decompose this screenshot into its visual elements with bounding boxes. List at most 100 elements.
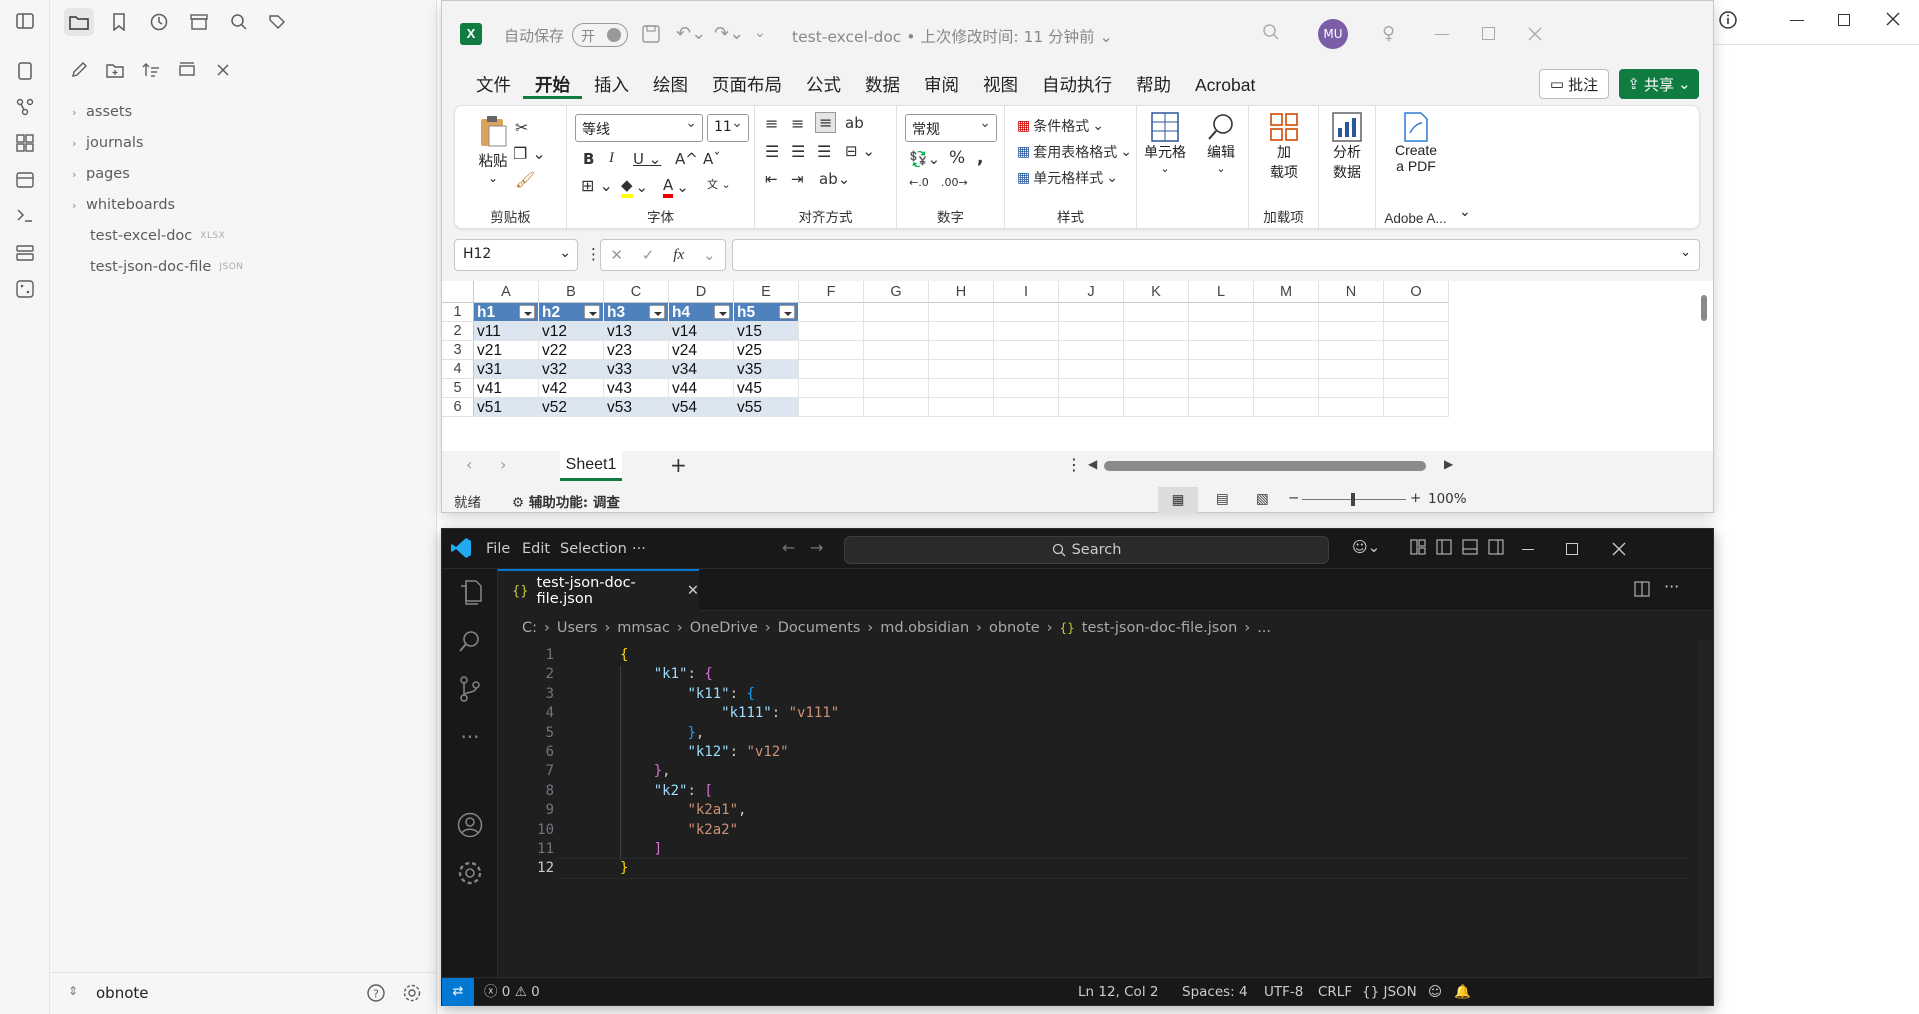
cell[interactable]: v51 — [474, 398, 539, 417]
copilot-icon[interactable]: ☺ — [1428, 978, 1442, 1006]
menu-selection[interactable]: Selection — [560, 529, 627, 569]
cell[interactable] — [1059, 379, 1124, 398]
column-header[interactable]: D — [669, 281, 734, 303]
menu-file[interactable]: File — [486, 529, 510, 569]
copy-icon[interactable]: ❐ ⌄ — [513, 144, 546, 163]
graph-icon[interactable] — [12, 94, 38, 120]
calendar-icon[interactable] — [12, 166, 38, 192]
code-line[interactable]: "k12": "v12" — [620, 744, 788, 760]
stack-icon[interactable] — [12, 240, 38, 266]
undo-icon[interactable]: ↶⌄ — [676, 23, 706, 44]
cell[interactable] — [864, 303, 929, 322]
fx-icon[interactable]: fx — [673, 247, 684, 264]
cell[interactable] — [1384, 360, 1449, 379]
column-header[interactable]: N — [1319, 281, 1384, 303]
cell[interactable]: v35 — [734, 360, 799, 379]
code-editor[interactable]: 1 {2 "k1": {3 "k11": {4 "k111": "v111" 5 }… — [498, 641, 1713, 981]
cell[interactable]: v22 — [539, 341, 604, 360]
prev-sheet-icon[interactable]: ‹ — [466, 455, 472, 474]
cell[interactable] — [1059, 322, 1124, 341]
line-ending[interactable]: CRLF — [1318, 978, 1352, 1006]
cell[interactable] — [1319, 303, 1384, 322]
collapse-icon[interactable] — [172, 56, 202, 84]
chevron-down-icon[interactable]: ⌄ — [703, 246, 716, 264]
back-arrow-icon[interactable]: ← — [782, 538, 795, 557]
cell[interactable]: v13 — [604, 322, 669, 341]
worksheet-grid[interactable]: A B C D E F G H I J K L M N O 1 h1 h2 h3 h4 h5 2 v11 v12 v13 v14 v… — [442, 281, 1713, 451]
toggle-secondary-sidebar-icon[interactable] — [1488, 539, 1504, 555]
accessibility-status[interactable]: ⚙ 辅助功能: 调查 — [512, 491, 620, 511]
phonetic-icon[interactable]: 文 ⌄ — [707, 176, 731, 192]
cell[interactable] — [994, 360, 1059, 379]
fill-color-icon[interactable]: ◆ ⌄ — [621, 176, 648, 198]
cell[interactable]: v33 — [604, 360, 669, 379]
cell[interactable]: v31 — [474, 360, 539, 379]
tab-json-file[interactable]: {} test-json-doc-file.json ✕ — [498, 569, 699, 611]
redo-icon[interactable]: ↷⌄ — [714, 23, 744, 44]
name-box[interactable]: H12 ⌄ — [454, 239, 578, 271]
cell[interactable] — [1124, 322, 1189, 341]
cell[interactable] — [1124, 360, 1189, 379]
help-icon[interactable]: ? — [366, 983, 386, 1003]
decrease-font-icon[interactable]: Aˇ — [703, 150, 721, 168]
code-line[interactable]: "k2": [ — [620, 783, 713, 799]
ribbon-collapse-icon[interactable]: ⌄ — [1459, 204, 1471, 220]
column-header[interactable]: M — [1254, 281, 1319, 303]
column-header[interactable]: I — [994, 281, 1059, 303]
cell[interactable] — [1059, 303, 1124, 322]
cell[interactable] — [1254, 360, 1319, 379]
breadcrumb-item[interactable]: obnote — [989, 620, 1040, 636]
number-format-select[interactable]: 常规 — [905, 114, 997, 142]
cell[interactable] — [864, 398, 929, 417]
align-middle-icon[interactable]: ≡ — [791, 114, 804, 133]
cancel-icon[interactable]: ✕ — [610, 246, 623, 264]
zoom-out-icon[interactable]: − — [1288, 490, 1299, 506]
editor-scrollbar[interactable] — [1698, 641, 1712, 977]
cell[interactable]: v25 — [734, 341, 799, 360]
cell[interactable] — [864, 360, 929, 379]
tab-draw[interactable]: 绘图 — [641, 71, 700, 99]
column-header[interactable]: B — [539, 281, 604, 303]
cell[interactable] — [994, 322, 1059, 341]
tab-data[interactable]: 数据 — [853, 71, 912, 99]
comments-button[interactable]: ▭ 批注 — [1539, 69, 1609, 99]
settings-icon[interactable] — [402, 983, 422, 1003]
breadcrumb-item[interactable]: md.obsidian — [880, 620, 969, 636]
filter-dropdown-icon[interactable] — [519, 305, 535, 319]
column-header[interactable]: O — [1384, 281, 1449, 303]
maximize-icon[interactable] — [1566, 543, 1578, 555]
editing-button[interactable]: 编辑 ⌄ — [1197, 112, 1245, 175]
cell[interactable]: v52 — [539, 398, 604, 417]
cell[interactable] — [1319, 379, 1384, 398]
cell[interactable] — [864, 341, 929, 360]
cell[interactable] — [799, 379, 864, 398]
maximize-icon[interactable] — [1482, 27, 1495, 40]
column-header[interactable]: E — [734, 281, 799, 303]
underline-icon[interactable]: U ⌄ — [633, 150, 661, 168]
tab-page-layout[interactable]: 页面布局 — [700, 71, 794, 99]
tab-insert[interactable]: 插入 — [582, 71, 641, 99]
search-icon[interactable] — [224, 8, 254, 36]
cell[interactable] — [1124, 398, 1189, 417]
tab-file[interactable]: 文件 — [464, 71, 523, 99]
close-window-icon[interactable] — [1886, 12, 1900, 26]
grid-icon[interactable] — [12, 130, 38, 156]
archive-icon[interactable] — [184, 8, 214, 36]
align-bottom-icon[interactable]: ≡ — [815, 112, 837, 133]
close-icon[interactable] — [1528, 27, 1542, 41]
wrap-text-icon[interactable]: ab — [845, 114, 864, 132]
format-as-table-button[interactable]: ▦ 套用表格格式 ⌄ — [1017, 142, 1132, 162]
cell[interactable] — [799, 398, 864, 417]
table-header-cell[interactable]: h4 — [669, 303, 734, 322]
column-header[interactable]: G — [864, 281, 929, 303]
layout-icon[interactable] — [1410, 539, 1426, 555]
table-header-cell[interactable]: h2 — [539, 303, 604, 322]
align-center-icon[interactable]: ☰ — [791, 142, 805, 161]
cut-icon[interactable]: ✂ — [515, 118, 528, 137]
zoom-level[interactable]: 100% — [1428, 491, 1467, 507]
sort-icon[interactable] — [136, 56, 166, 84]
cell[interactable]: v42 — [539, 379, 604, 398]
tree-file-excel[interactable]: test-excel-doc XLSX — [90, 225, 225, 247]
tree-file-json[interactable]: test-json-doc-file JSON — [90, 256, 244, 278]
breadcrumb-item[interactable]: test-json-doc-file.json — [1082, 620, 1238, 636]
